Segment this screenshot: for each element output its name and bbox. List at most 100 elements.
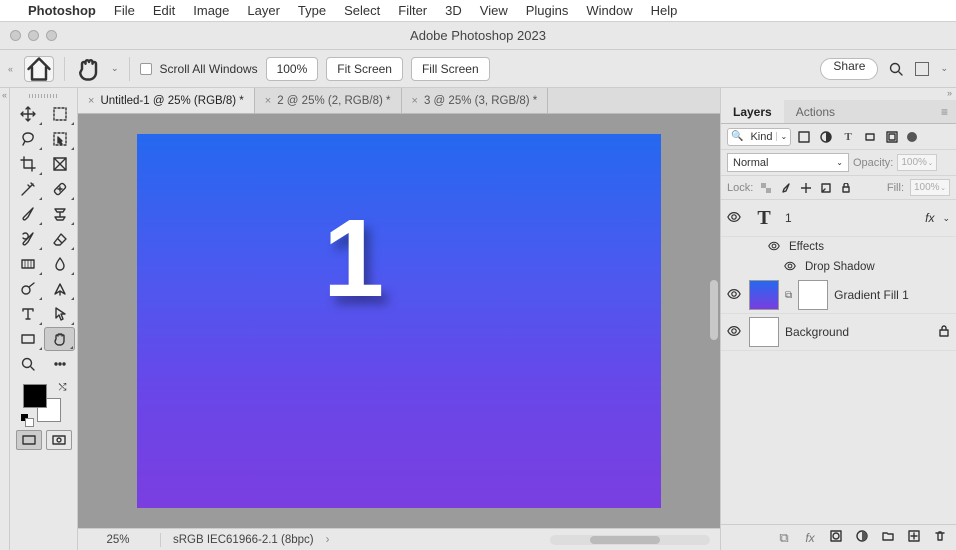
move-tool[interactable] [12, 102, 43, 126]
visibility-toggle[interactable] [765, 240, 783, 255]
swap-colors-icon[interactable]: ⤭ [59, 382, 67, 393]
background-layer-thumb[interactable] [749, 317, 779, 347]
screen-mode-chevron-icon[interactable]: ⌄ [940, 63, 948, 74]
menu-help[interactable]: Help [651, 3, 678, 18]
visibility-toggle[interactable] [781, 260, 799, 275]
visibility-toggle[interactable] [725, 210, 743, 227]
fit-screen-button[interactable]: Fit Screen [326, 57, 403, 81]
document-tab[interactable]: × 2 @ 25% (2, RGB/8) * [255, 88, 402, 113]
dodge-tool[interactable] [12, 277, 43, 301]
menu-select[interactable]: Select [344, 3, 380, 18]
close-tab-icon[interactable]: × [88, 95, 94, 107]
menu-window[interactable]: Window [586, 3, 632, 18]
filter-adjust-icon[interactable] [817, 128, 835, 146]
layer-name[interactable]: 1 [785, 211, 792, 225]
eyedropper-tool[interactable] [12, 177, 43, 201]
group-icon[interactable] [880, 530, 896, 545]
menu-edit[interactable]: Edit [153, 3, 175, 18]
pen-tool[interactable] [44, 277, 75, 301]
menu-image[interactable]: Image [193, 3, 229, 18]
close-window-button[interactable] [10, 30, 21, 41]
filter-pixel-icon[interactable] [795, 128, 813, 146]
opacity-input[interactable]: 100%⌄ [897, 154, 937, 171]
foreground-color-swatch[interactable] [23, 384, 47, 408]
rectangle-tool[interactable] [12, 327, 43, 351]
document-tab[interactable]: × Untitled-1 @ 25% (RGB/8) * [78, 88, 255, 113]
menu-plugins[interactable]: Plugins [526, 3, 569, 18]
fill-input[interactable]: 100%⌄ [910, 179, 950, 196]
home-button[interactable] [24, 56, 54, 82]
type-tool[interactable] [12, 302, 43, 326]
tool-preset-chevron-icon[interactable]: ⌄ [111, 63, 119, 74]
vertical-scrollbar[interactable] [710, 280, 718, 340]
brush-tool[interactable] [12, 202, 43, 226]
eraser-tool[interactable] [44, 227, 75, 251]
visibility-toggle[interactable] [725, 287, 743, 304]
blur-tool[interactable] [44, 252, 75, 276]
lock-all-icon[interactable] [839, 183, 853, 193]
layer-dropshadow-row[interactable]: Drop Shadow [721, 257, 956, 277]
mask-thumb[interactable] [798, 280, 828, 310]
visibility-toggle[interactable] [725, 324, 743, 341]
expand-panels-left[interactable]: « [0, 88, 10, 550]
share-button[interactable]: Share [820, 58, 878, 80]
fx-chevron-icon[interactable]: ⌄ [942, 213, 950, 224]
panel-menu-icon[interactable]: ≡ [933, 105, 956, 119]
horizontal-scrollbar[interactable] [550, 535, 710, 545]
crop-tool[interactable] [12, 152, 43, 176]
status-profile[interactable]: sRGB IEC61966-2.1 (8bpc) [173, 534, 314, 546]
hand-tool[interactable] [44, 327, 75, 351]
menu-type[interactable]: Type [298, 3, 326, 18]
history-brush-tool[interactable] [12, 227, 43, 251]
layer-row[interactable]: Background [721, 314, 956, 351]
zoom-level-button[interactable]: 100% [266, 57, 319, 81]
path-select-tool[interactable] [44, 302, 75, 326]
layers-tab[interactable]: Layers [721, 100, 784, 123]
canvas[interactable]: 1 [137, 134, 661, 508]
zoom-tool[interactable] [12, 352, 43, 376]
marquee-tool[interactable] [44, 102, 75, 126]
edit-toolbar[interactable] [44, 352, 75, 376]
menu-3d[interactable]: 3D [445, 3, 462, 18]
document-tab[interactable]: × 3 @ 25% (3, RGB/8) * [402, 88, 549, 113]
link-mask-icon[interactable]: ⧉ [785, 290, 792, 301]
mask-icon[interactable] [828, 530, 844, 545]
clone-stamp-tool[interactable] [44, 202, 75, 226]
close-tab-icon[interactable]: × [412, 95, 418, 107]
actions-tab[interactable]: Actions [784, 100, 847, 123]
fx-badge[interactable]: fx [925, 211, 934, 225]
minimize-window-button[interactable] [28, 30, 39, 41]
menu-layer[interactable]: Layer [247, 3, 280, 18]
lock-position-icon[interactable] [799, 183, 813, 193]
quickmask-mode-button[interactable] [46, 430, 72, 450]
hand-tool-icon[interactable] [75, 55, 103, 83]
app-name[interactable]: Photoshop [28, 3, 96, 18]
layer-row[interactable]: T 1 fx ⌄ [721, 200, 956, 237]
toolbox-grip[interactable] [12, 92, 75, 100]
lock-icon[interactable] [938, 325, 950, 340]
canvas-viewport[interactable]: 1 [78, 114, 720, 528]
object-select-tool[interactable] [44, 127, 75, 151]
close-tab-icon[interactable]: × [265, 95, 271, 107]
layer-effects-row[interactable]: Effects [721, 237, 956, 257]
expand-panels-right[interactable]: » [721, 88, 956, 100]
gradient-tool[interactable] [12, 252, 43, 276]
fill-screen-button[interactable]: Fill Screen [411, 57, 490, 81]
lock-pixels-icon[interactable] [779, 183, 793, 193]
layer-row[interactable]: ⧉ Gradient Fill 1 [721, 277, 956, 314]
filter-smart-icon[interactable] [883, 128, 901, 146]
menu-view[interactable]: View [480, 3, 508, 18]
filter-toggle[interactable] [907, 132, 917, 142]
menu-file[interactable]: File [114, 3, 135, 18]
maximize-window-button[interactable] [46, 30, 57, 41]
filter-kind-select[interactable]: 🔍 Kind ⌄ [727, 128, 791, 146]
expand-left-icon[interactable]: « [8, 64, 16, 74]
link-layers-icon[interactable]: ⧉ [776, 530, 792, 546]
fx-icon[interactable]: fx [802, 531, 818, 545]
standard-mode-button[interactable] [16, 430, 42, 450]
screen-mode-icon[interactable] [914, 61, 930, 77]
lock-artboard-icon[interactable] [819, 183, 833, 193]
scroll-all-windows-checkbox[interactable] [140, 63, 152, 75]
healing-tool[interactable] [44, 177, 75, 201]
delete-icon[interactable] [932, 530, 948, 545]
